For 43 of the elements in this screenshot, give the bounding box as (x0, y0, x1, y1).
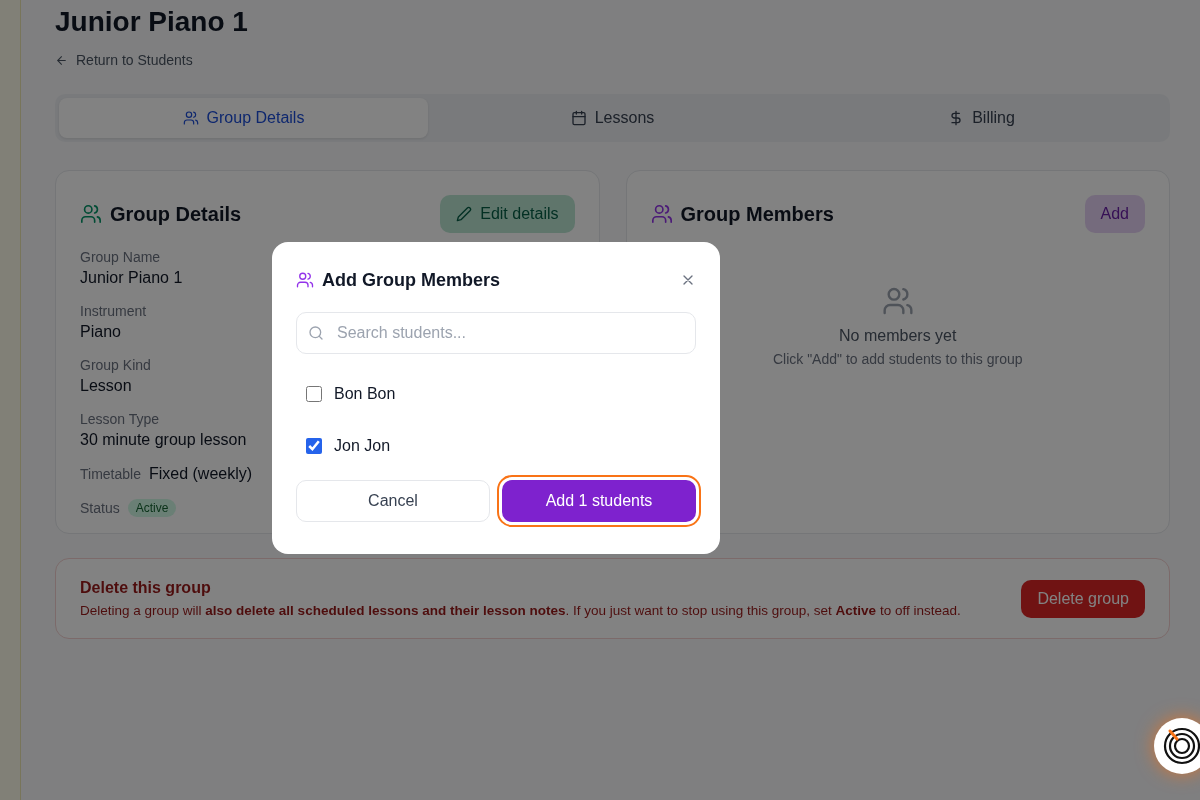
users-icon (650, 203, 673, 225)
delete-group-button[interactable]: Delete group (1021, 579, 1145, 618)
users-icon (182, 110, 199, 126)
tab[interactable]: Billing (797, 98, 1166, 138)
tab[interactable]: Lessons (428, 98, 797, 138)
users-icon (80, 203, 102, 225)
status-badge: Active (127, 499, 177, 517)
student-name: Bon Bon (334, 385, 396, 403)
users-icon (296, 271, 314, 289)
field-value: Junior Piano 1 (80, 269, 183, 287)
add-button[interactable]: Add (1084, 195, 1145, 233)
cancel-button[interactable]: Cancel (296, 480, 490, 522)
card-title: Group Members (680, 202, 834, 226)
danger-text: Deleting a group will also delete all scheduled lessons and their lesson notes. If you just want to stop using this group, set Active to off instead. (80, 603, 961, 618)
card-title: Group Details (110, 202, 242, 226)
pencil-icon (456, 206, 473, 222)
page-title: Junior Piano 1 (55, 5, 249, 39)
student-name: Jon Jon (334, 437, 391, 455)
field-label: Group Name (80, 249, 161, 265)
calendar-icon (570, 110, 587, 126)
users-icon (881, 285, 914, 317)
field-label: Group Kind (80, 357, 151, 373)
checkbox[interactable] (306, 438, 322, 454)
field-value: Piano (80, 323, 121, 341)
dialog-title: Add Group Members (322, 269, 500, 291)
rings-icon (1162, 726, 1200, 766)
edit-details-button[interactable]: Edit details (440, 195, 575, 233)
empty-title: No members yet (839, 327, 957, 345)
checkbox[interactable] (306, 386, 322, 402)
field-value: Lesson (80, 377, 132, 395)
danger-title: Delete this group (80, 579, 212, 597)
empty-hint: Click "Add" to add students to this group (772, 351, 1023, 367)
field-label: Timetable (80, 466, 141, 482)
field-label: Status (80, 500, 120, 516)
back-arrow-icon (55, 53, 68, 67)
field-value: Fixed (weekly) (148, 465, 253, 483)
search-icon (308, 325, 324, 341)
field-label: Lesson Type (80, 411, 160, 427)
tab[interactable]: Group Details (59, 98, 428, 138)
search-field[interactable]: Search students... (296, 312, 696, 354)
back-link[interactable]: Return to Students (55, 52, 193, 68)
field-value: 30 minute group lesson (80, 431, 247, 449)
field-label: Instrument (80, 303, 147, 319)
